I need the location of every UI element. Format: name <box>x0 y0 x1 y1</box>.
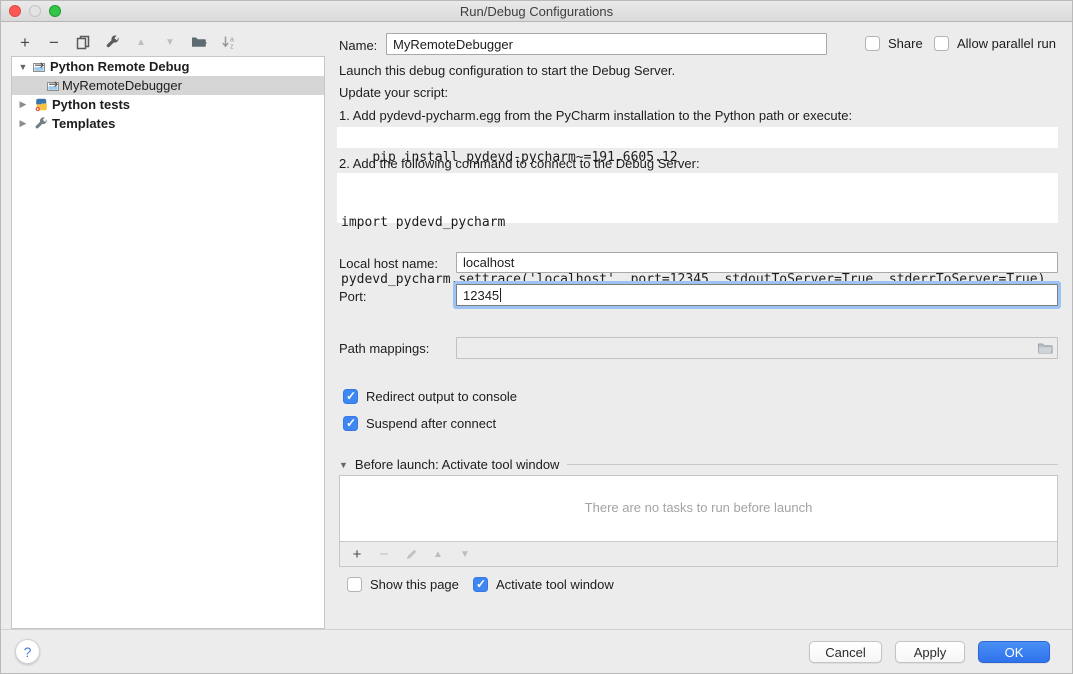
port-label: Port: <box>339 289 366 304</box>
minimize-button <box>29 5 41 17</box>
empty-tasks-text: There are no tasks to run before launch <box>340 500 1057 515</box>
tree-item-label: Templates <box>52 116 115 131</box>
show-this-page-label: Show this page <box>370 577 459 592</box>
text-caret <box>500 288 501 302</box>
svg-text:a: a <box>230 36 234 43</box>
dialog-footer: ? Cancel Apply OK <box>1 629 1072 673</box>
allow-parallel-checkbox-row[interactable]: Allow parallel run <box>934 36 1056 51</box>
chevron-down-icon[interactable]: ▼ <box>339 460 348 470</box>
redirect-output-checkbox[interactable] <box>343 389 358 404</box>
description-step2: 2. Add the following command to connect … <box>339 156 700 171</box>
sort-alphabetically-icon[interactable]: az <box>218 32 238 52</box>
section-divider <box>567 464 1058 465</box>
settrace-code: import pydevd_pycharm pydevd_pycharm.set… <box>337 173 1058 223</box>
name-input[interactable]: MyRemoteDebugger <box>386 33 827 55</box>
activate-tool-window-row[interactable]: Activate tool window <box>473 577 614 592</box>
tree-item-python-tests[interactable]: ▶ Python tests <box>12 95 324 114</box>
code-line: import pydevd_pycharm <box>341 213 1054 232</box>
copy-icon[interactable] <box>73 32 93 52</box>
tree-item-templates[interactable]: ▶ Templates <box>12 114 324 133</box>
move-down-icon: ▼ <box>160 32 180 52</box>
before-launch-header[interactable]: ▼ Before launch: Activate tool window <box>339 457 1058 472</box>
path-mappings-label: Path mappings: <box>339 341 429 356</box>
share-checkbox[interactable] <box>865 36 880 51</box>
before-launch-title: Before launch: Activate tool window <box>355 457 560 472</box>
zoom-button[interactable] <box>49 5 61 17</box>
new-folder-icon[interactable] <box>189 32 209 52</box>
tree-item-label: Python tests <box>52 97 130 112</box>
tree-toolbar: + − ▲ ▼ az <box>15 32 238 52</box>
port-value: 12345 <box>463 288 499 303</box>
title-bar: Run/Debug Configurations <box>1 1 1072 22</box>
local-host-label: Local host name: <box>339 256 438 271</box>
remote-debug-icon <box>32 60 46 74</box>
close-button[interactable] <box>9 5 21 17</box>
remote-debug-icon <box>46 79 60 93</box>
redirect-output-row[interactable]: Redirect output to console <box>343 389 517 404</box>
allow-parallel-checkbox[interactable] <box>934 36 949 51</box>
remove-icon[interactable]: − <box>44 32 64 52</box>
share-checkbox-row[interactable]: Share <box>865 36 923 51</box>
window-title: Run/Debug Configurations <box>460 4 613 19</box>
port-input[interactable]: 12345 <box>456 284 1058 306</box>
tree-item-myremotedebugger[interactable]: MyRemoteDebugger <box>12 76 324 95</box>
before-launch-toolbar: + − ▲ ▼ <box>340 541 1057 566</box>
folder-icon[interactable] <box>1037 342 1053 355</box>
run-debug-configurations-dialog: Run/Debug Configurations + − ▲ ▼ az ▼ Py… <box>0 0 1073 674</box>
description-line1: Launch this debug configuration to start… <box>339 63 675 78</box>
chevron-right-icon[interactable]: ▶ <box>18 99 28 110</box>
edit-defaults-wrench-icon[interactable] <box>102 32 122 52</box>
traffic-lights <box>9 5 61 17</box>
apply-button[interactable]: Apply <box>895 641 965 663</box>
redirect-output-label: Redirect output to console <box>366 389 517 404</box>
path-mappings-input[interactable] <box>456 337 1058 359</box>
tree-item-label: Python Remote Debug <box>50 59 189 74</box>
suspend-after-connect-row[interactable]: Suspend after connect <box>343 416 496 431</box>
move-up-icon: ▲ <box>131 32 151 52</box>
python-icon <box>34 98 48 112</box>
show-this-page-checkbox[interactable] <box>347 577 362 592</box>
wrench-icon <box>34 117 48 131</box>
description-line2: Update your script: <box>339 85 448 100</box>
name-value: MyRemoteDebugger <box>393 37 513 52</box>
local-host-input[interactable]: localhost <box>456 252 1058 273</box>
edit-pencil-icon <box>403 546 419 562</box>
cancel-button[interactable]: Cancel <box>809 641 882 663</box>
activate-tool-window-label: Activate tool window <box>496 577 614 592</box>
suspend-after-connect-label: Suspend after connect <box>366 416 496 431</box>
suspend-after-connect-checkbox[interactable] <box>343 416 358 431</box>
move-down-icon: ▼ <box>457 546 473 562</box>
show-this-page-row[interactable]: Show this page <box>347 577 459 592</box>
before-launch-task-list[interactable]: There are no tasks to run before launch … <box>339 475 1058 567</box>
tree-item-python-remote-debug[interactable]: ▼ Python Remote Debug <box>12 57 324 76</box>
local-host-value: localhost <box>463 255 514 270</box>
allow-parallel-label: Allow parallel run <box>957 36 1056 51</box>
add-icon[interactable]: + <box>15 32 35 52</box>
configurations-tree: ▼ Python Remote Debug MyRemoteDebugger ▶… <box>11 56 325 629</box>
add-icon[interactable]: + <box>349 546 365 562</box>
help-icon: ? <box>24 644 32 660</box>
chevron-down-icon[interactable]: ▼ <box>18 62 28 72</box>
chevron-right-icon[interactable]: ▶ <box>18 118 28 129</box>
activate-tool-window-checkbox[interactable] <box>473 577 488 592</box>
name-label: Name: <box>339 38 377 53</box>
help-button[interactable]: ? <box>15 639 40 664</box>
pip-install-code: pip install pydevd-pycharm~=191.6605.12 <box>337 127 1058 148</box>
share-label: Share <box>888 36 923 51</box>
description-step1: 1. Add pydevd-pycharm.egg from the PyCha… <box>339 108 852 123</box>
remove-icon: − <box>376 546 392 562</box>
tree-item-label: MyRemoteDebugger <box>62 78 182 93</box>
ok-button[interactable]: OK <box>978 641 1050 663</box>
move-up-icon: ▲ <box>430 546 446 562</box>
svg-text:z: z <box>230 43 234 50</box>
